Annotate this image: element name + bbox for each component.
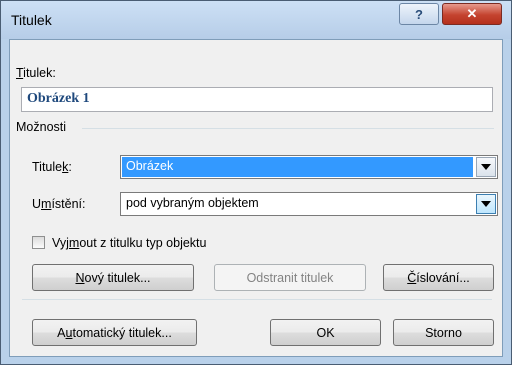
help-button[interactable]: ? bbox=[399, 3, 439, 25]
exclude-label-text[interactable]: Vyjmout z titulku typ objektu bbox=[52, 236, 206, 250]
ok-button[interactable]: OK bbox=[270, 319, 381, 346]
numbering-button[interactable]: Číslování... bbox=[383, 264, 494, 291]
options-group-label: Možnosti bbox=[16, 120, 67, 134]
caption-input[interactable]: Obrázek 1 bbox=[21, 87, 493, 112]
caption-dialog: Titulek ? ✕ Titulek: Obrázek 1 Možnosti … bbox=[0, 0, 512, 365]
position-select-value: pod vybraným objektem bbox=[126, 196, 259, 210]
label-select-dropdown[interactable] bbox=[476, 157, 496, 177]
help-icon: ? bbox=[415, 6, 423, 22]
delete-label-button[interactable]: Odstranit titulek bbox=[214, 264, 366, 291]
position-select[interactable]: pod vybraným objektem bbox=[120, 192, 498, 216]
exclude-label-checkbox[interactable] bbox=[32, 236, 45, 249]
title-bar[interactable]: Titulek ? ✕ bbox=[1, 1, 511, 39]
buttons-separator bbox=[22, 299, 492, 300]
caption-input-value: Obrázek 1 bbox=[27, 91, 90, 106]
close-button[interactable]: ✕ bbox=[442, 3, 502, 25]
caption-label: Titulek: bbox=[16, 66, 56, 80]
label-select-value: Obrázek bbox=[122, 157, 473, 177]
cancel-button[interactable]: Storno bbox=[393, 319, 494, 346]
options-group-divider bbox=[82, 128, 494, 129]
label-select[interactable]: Obrázek bbox=[120, 155, 498, 179]
position-combo-label: Umístění: bbox=[32, 197, 86, 211]
position-select-dropdown[interactable] bbox=[476, 194, 496, 214]
label-combo-label: Titulek: bbox=[32, 160, 72, 174]
window-title: Titulek bbox=[11, 12, 52, 28]
chevron-down-icon bbox=[481, 164, 491, 170]
close-icon: ✕ bbox=[466, 6, 478, 21]
chevron-down-icon bbox=[481, 201, 491, 207]
new-label-button[interactable]: Nový titulek... bbox=[32, 264, 194, 291]
dialog-body: Titulek: Obrázek 1 Možnosti Titulek: Obr… bbox=[9, 39, 503, 357]
autocaption-button[interactable]: Au tomatický titulek... bbox=[32, 319, 197, 346]
